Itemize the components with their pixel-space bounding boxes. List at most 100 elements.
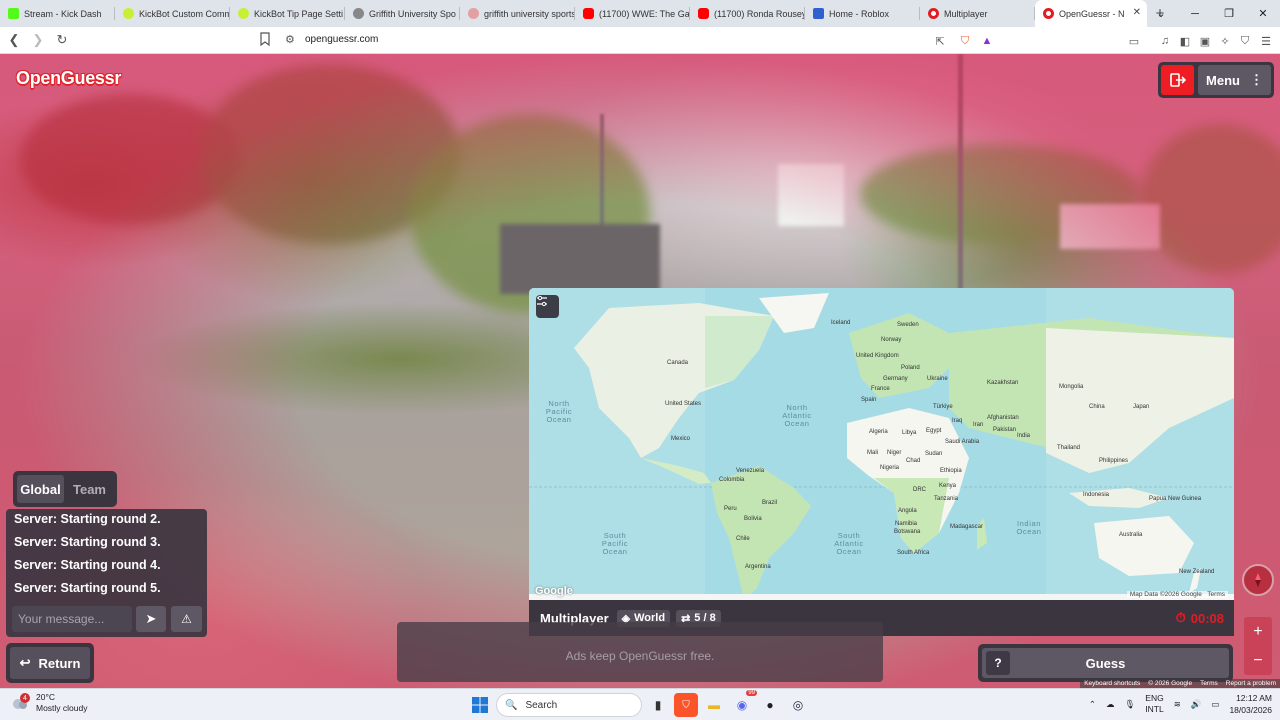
browser-tab[interactable]: Stream - Kick Dash (0, 0, 115, 27)
map-terms-link[interactable]: Terms (1207, 591, 1225, 598)
url-text[interactable]: openguessr.com (305, 34, 378, 45)
map-label: Madagascar (950, 524, 984, 530)
compass[interactable] (1242, 564, 1274, 596)
battery-icon[interactable]: ▭ (1211, 699, 1219, 710)
minimize-icon[interactable]: ─ (1178, 0, 1212, 27)
brave-icon[interactable]: ⛉ (674, 693, 698, 717)
map-settings-button[interactable] (536, 295, 559, 318)
map-label: United States (665, 401, 702, 407)
back-icon[interactable]: ❮ (4, 30, 24, 50)
browser-tab[interactable]: (11700) Ronda Rousey (690, 0, 805, 27)
reload-icon[interactable]: ↻ (52, 30, 72, 50)
maximize-icon[interactable]: ❐ (1212, 0, 1246, 27)
zoom-in-button[interactable]: + (1244, 617, 1272, 646)
taskbar-search[interactable]: 🔍 Search (496, 693, 642, 717)
vpn-icon[interactable]: ⛉ (1235, 31, 1255, 51)
task-view-icon[interactable]: ▮ (646, 693, 670, 717)
scenery-car (500, 224, 660, 294)
browser-menu-icon[interactable]: ☰ (1256, 31, 1276, 51)
tab-title: (11700) Ronda Rousey (714, 8, 805, 19)
site-info-icon[interactable]: ⚙ (285, 33, 295, 46)
file-explorer-icon[interactable]: ▬ (702, 693, 726, 717)
browser-tab[interactable]: griffith university sports (460, 0, 575, 27)
keyboard-shortcuts-link[interactable]: Keyboard shortcuts (1084, 680, 1140, 687)
steam-icon[interactable]: ◎ (786, 693, 810, 717)
tab-title: (11700) WWE: The Ga (599, 8, 690, 19)
brave-shield-icon[interactable]: ⛉ (955, 31, 975, 51)
tab-search-icon[interactable]: ⌄ (1144, 0, 1178, 27)
clock-time: 12:12 AM (1236, 693, 1272, 703)
map-label: Iceland (831, 320, 851, 326)
share-icon[interactable]: ⇱ (930, 31, 950, 51)
report-problem-link[interactable]: Report a problem (1226, 680, 1276, 687)
media-icon[interactable]: ♫ (1155, 31, 1175, 51)
forward-icon[interactable]: ❯ (28, 30, 48, 50)
openguessr-logo[interactable]: OpenGuessr (16, 68, 121, 89)
close-tab-icon[interactable]: ✕ (1133, 7, 1141, 18)
microphone-icon[interactable]: 🎙 (1124, 699, 1135, 710)
exit-button[interactable] (1161, 65, 1194, 95)
browser-tab-active[interactable]: OpenGuessr - N ✕ (1035, 0, 1147, 27)
close-window-icon[interactable]: ✕ (1246, 0, 1280, 27)
zoom-out-button[interactable]: − (1244, 646, 1272, 675)
utility-pole (958, 54, 963, 294)
map-data-text: Map Data ©2026 Google (1129, 591, 1202, 598)
map-label: Argentina (745, 564, 771, 570)
map-label: Japan (1133, 404, 1150, 410)
weather-widget[interactable]: 4 20°C Mostly cloudy (10, 692, 88, 714)
windows-taskbar: 4 20°C Mostly cloudy 🔍 Search ▮ ⛉ ▬ ◉ 99 ● … (0, 688, 1280, 720)
scenery-tree (1140, 124, 1280, 274)
terms-link[interactable]: Terms (1200, 680, 1218, 687)
map-label: Spain (861, 397, 877, 403)
return-label: Return (38, 655, 81, 671)
tray-overflow-icon[interactable]: ⌃ (1089, 699, 1096, 710)
brave-rewards-icon[interactable]: ▲ (977, 31, 997, 51)
send-button[interactable]: ➤ (136, 606, 166, 632)
zoom-controls: + − (1244, 617, 1272, 675)
ad-text: Ads keep OpenGuessr free. (565, 649, 715, 663)
chat-panel: Server: Starting round 2. Server: Starti… (6, 509, 207, 637)
cloud-icon: 4 (10, 693, 30, 713)
discord-icon[interactable]: ◉ 99 (730, 690, 757, 717)
clock[interactable]: 12:12 AM 18/03/2026 (1229, 692, 1272, 716)
tab-global[interactable]: Global (17, 475, 64, 503)
street-view-panorama[interactable]: OpenGuessr Menu ⋮ Iceland Sweden Norway … (0, 54, 1280, 688)
lang-primary: ENG (1145, 693, 1164, 703)
bookmark-icon[interactable] (259, 32, 271, 46)
help-button[interactable]: ? (986, 651, 1010, 675)
browser-tab[interactable]: Griffith University Spo (345, 0, 460, 27)
wallet-icon[interactable]: ▣ (1195, 31, 1215, 51)
ocean-label: North Atlantic Ocean (782, 403, 812, 428)
wifi-icon[interactable]: ≋ (1174, 699, 1181, 710)
guess-map[interactable]: Iceland Sweden Norway United Kingdom Pol… (529, 288, 1234, 600)
browser-tab[interactable]: (11700) WWE: The Ga (575, 0, 690, 27)
return-icon: ↩ (19, 655, 31, 670)
app-icon[interactable]: ● (758, 693, 782, 717)
tab-title: griffith university sports (484, 8, 575, 19)
report-chat-button[interactable]: ⚠ (171, 606, 202, 632)
ocean-label: South Atlantic Ocean (834, 531, 864, 556)
sidebar-icon[interactable]: ▭ (1124, 31, 1144, 51)
kebab-icon: ⋮ (1249, 72, 1263, 87)
system-tray: ⌃ ☁ 🎙 ENG INTL ≋ 🔊 ▭ 12:12 AM 18/03/2026 (1089, 692, 1272, 716)
return-button[interactable]: ↩ Return (10, 647, 90, 679)
language-indicator[interactable]: ENG INTL (1145, 693, 1163, 715)
guess-button[interactable]: ? Guess (982, 648, 1229, 678)
browser-tab[interactable]: Home - Roblox (805, 0, 920, 27)
browser-tab[interactable]: Multiplayer (920, 0, 1035, 27)
tab-team[interactable]: Team (66, 475, 113, 503)
onedrive-icon[interactable]: ☁ (1106, 699, 1115, 710)
copyright-text: © 2026 Google (1148, 680, 1193, 687)
panel-icon[interactable]: ◧ (1175, 31, 1195, 51)
tab-title: KickBot Tip Page Setti (254, 8, 344, 19)
chat-input[interactable]: Your message... (12, 606, 132, 632)
volume-icon[interactable]: 🔊 (1191, 699, 1202, 710)
leo-ai-icon[interactable]: ✧ (1215, 31, 1235, 51)
menu-button[interactable]: Menu ⋮ (1198, 65, 1271, 95)
openguessr-icon (1043, 8, 1054, 19)
map-label: Papua New Guinea (1149, 496, 1202, 502)
browser-tab[interactable]: KickBot Tip Page Setti (230, 0, 345, 27)
start-button[interactable] (468, 693, 492, 717)
search-engine-icon (468, 8, 479, 19)
browser-tab[interactable]: KickBot Custom Comm (115, 0, 230, 27)
